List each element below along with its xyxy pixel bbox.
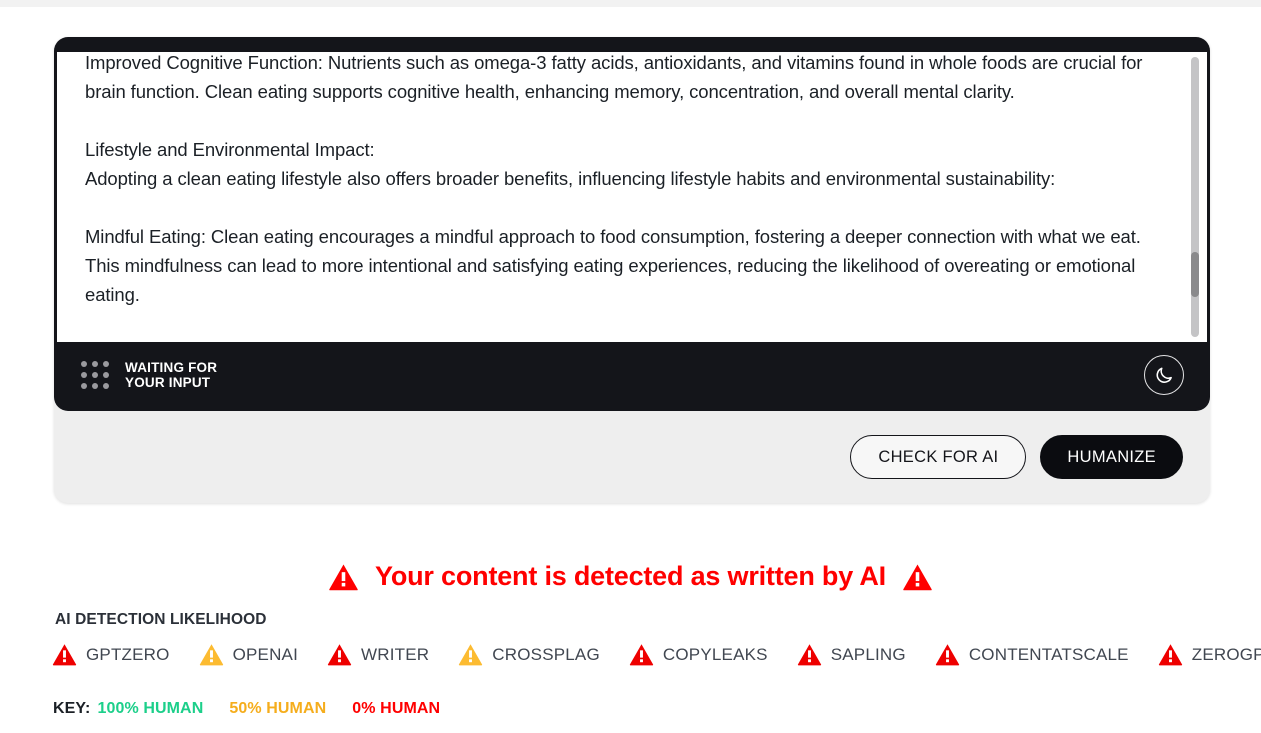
detector-gptzero[interactable]: GPTZERO — [52, 643, 170, 666]
key-item: 0% HUMAN — [352, 700, 441, 717]
detector-label: COPYLEAKS — [662, 644, 768, 664]
detector-crossplag[interactable]: CROSSPLAG — [458, 643, 600, 666]
detector-openai[interactable]: OPENAI — [199, 643, 298, 666]
detector-label: ZEROGPT — [1191, 644, 1261, 664]
detector-writer[interactable]: WRITER — [327, 643, 429, 666]
editor-status-bar: WAITING FOR YOUR INPUT — [57, 342, 1207, 408]
warning-triangle-icon — [199, 644, 223, 666]
status-line-1: WAITING FOR — [125, 360, 218, 375]
editor-card: Improved Cognitive Function: Nutrients s… — [54, 37, 1210, 503]
editor-body-text[interactable]: Improved Cognitive Function: Nutrients s… — [85, 52, 1180, 309]
detector-copyleaks[interactable]: COPYLEAKS — [629, 643, 768, 666]
alert-text: Your content is detected as written by A… — [375, 561, 886, 591]
detector-label: SAPLING — [830, 644, 906, 664]
detector-label: CONTENTATSCALE — [968, 644, 1129, 664]
ai-detected-alert: Your content is detected as written by A… — [0, 561, 1261, 592]
warning-triangle-icon — [797, 644, 821, 666]
text-editor[interactable]: Improved Cognitive Function: Nutrients s… — [57, 52, 1207, 342]
detector-sapling[interactable]: SAPLING — [797, 643, 906, 666]
page-root: Improved Cognitive Function: Nutrients s… — [0, 0, 1261, 733]
moon-icon — [1156, 367, 1172, 383]
detector-label: OPENAI — [232, 644, 299, 664]
warning-triangle-icon — [329, 564, 358, 590]
key-legend: KEY: 100% HUMAN 50% HUMAN 0% HUMAN — [53, 700, 466, 718]
warning-triangle-icon — [1158, 644, 1182, 666]
status-text: WAITING FOR YOUR INPUT — [125, 360, 217, 390]
detector-label: WRITER — [361, 644, 430, 664]
editor-action-bar: CHECK FOR AI HUMANIZE — [54, 411, 1210, 503]
warning-triangle-icon — [935, 644, 959, 666]
editor-scrollbar-thumb[interactable] — [1191, 252, 1199, 297]
warning-triangle-icon — [52, 644, 77, 666]
warning-triangle-icon — [327, 644, 352, 666]
warning-triangle-icon — [459, 644, 483, 666]
ai-detection-likelihood-label: AI DETECTION LIKELIHOOD — [55, 611, 267, 628]
warning-triangle-icon — [903, 564, 932, 590]
dot-grid-icon — [81, 361, 109, 389]
humanize-button[interactable]: HUMANIZE — [1040, 435, 1183, 479]
detector-zerogpt[interactable]: ZEROGPT — [1158, 643, 1261, 666]
key-label: KEY: — [53, 700, 91, 717]
detector-label: GPTZERO — [86, 644, 170, 664]
key-items: 100% HUMAN 50% HUMAN 0% HUMAN — [97, 700, 466, 718]
detector-list: GPTZERO OPENAI WRITER CROSSPLAG COPYLEAKS SAP… — [52, 643, 1261, 666]
status-line-2: YOUR INPUT — [125, 375, 211, 390]
detector-label: CROSSPLAG — [492, 644, 600, 664]
key-item: 50% HUMAN — [229, 700, 327, 717]
warning-triangle-icon — [629, 644, 654, 666]
check-for-ai-button[interactable]: CHECK FOR AI — [850, 435, 1027, 479]
dark-mode-toggle[interactable] — [1144, 355, 1184, 395]
detector-contentatscale[interactable]: CONTENTATSCALE — [935, 643, 1129, 666]
key-item: 100% HUMAN — [97, 700, 204, 717]
top-strip — [0, 0, 1261, 7]
